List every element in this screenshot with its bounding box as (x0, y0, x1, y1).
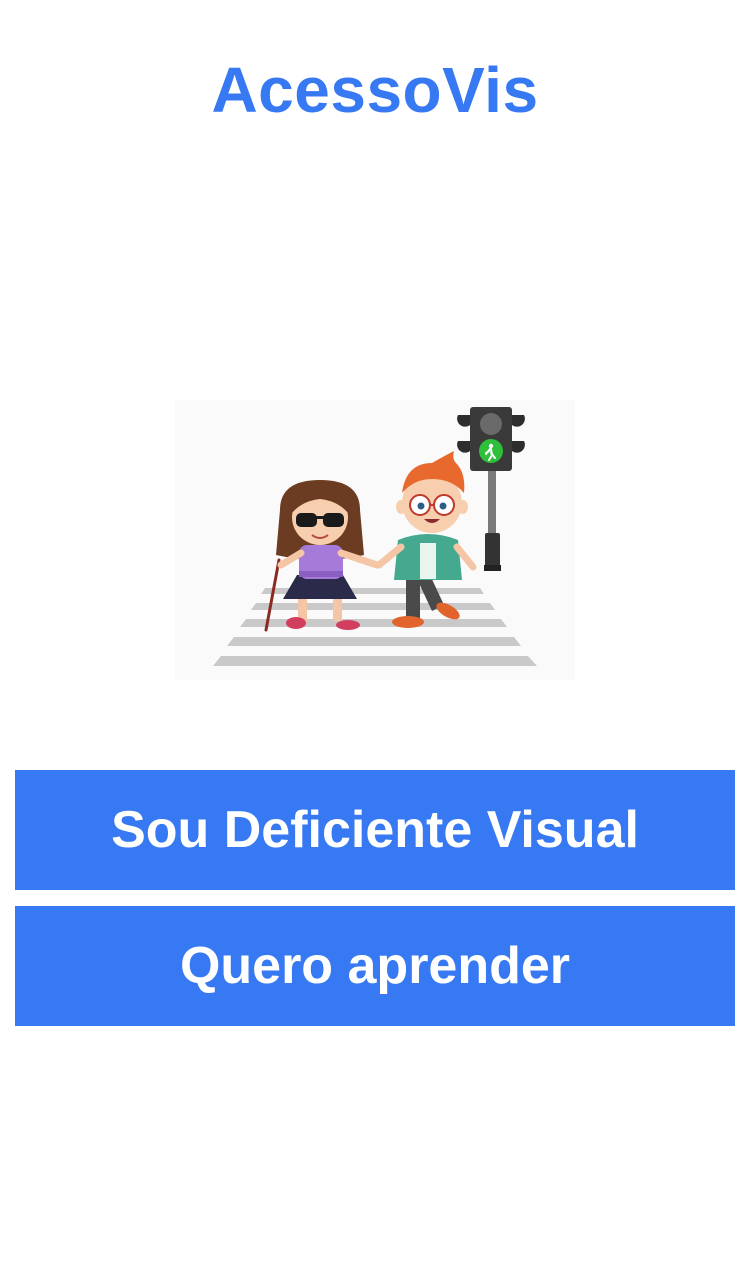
crosswalk-illustration (170, 395, 580, 685)
crosswalk-illustration-image (175, 400, 575, 680)
learn-button[interactable]: Quero aprender (15, 906, 735, 1026)
app-title: AcessoVis (211, 54, 539, 126)
home-screen: AcessoVis Sou Deficiente Visual Quero ap… (0, 0, 750, 1285)
visually-impaired-button[interactable]: Sou Deficiente Visual (15, 770, 735, 890)
